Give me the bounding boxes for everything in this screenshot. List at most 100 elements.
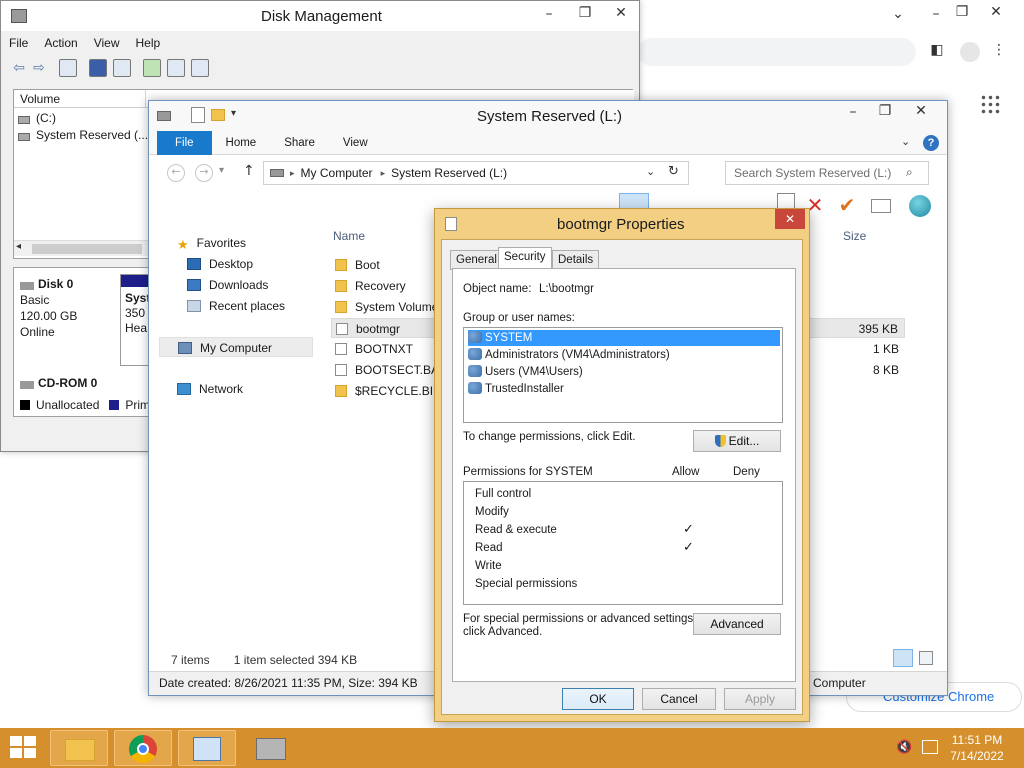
breadcrumb-my-computer[interactable]: My Computer — [301, 166, 373, 180]
sidebar-icon[interactable]: ◧ — [928, 42, 946, 58]
search-box[interactable]: Search System Reserved (L:) ⌕ — [725, 161, 929, 185]
address-bar[interactable] — [638, 38, 916, 66]
column-name[interactable]: Name — [333, 229, 365, 243]
back-icon[interactable]: ⇦ — [9, 60, 29, 76]
nav-desktop[interactable]: Desktop — [187, 254, 253, 274]
recent-locations-icon[interactable]: ▾ — [219, 165, 224, 176]
column-size[interactable]: Size — [843, 229, 866, 243]
rename-icon[interactable] — [871, 199, 891, 213]
disk-0-info: Disk 0 Basic 120.00 GB Online — [20, 277, 78, 339]
menu-view[interactable]: View — [94, 36, 120, 50]
up-icon[interactable]: ↑ — [243, 163, 255, 179]
windows-start-icon[interactable] — [10, 736, 38, 760]
profile-avatar[interactable] — [960, 42, 980, 62]
horizontal-scrollbar[interactable]: ◂ — [14, 240, 150, 256]
tab-general[interactable]: General — [450, 250, 503, 270]
minimize-icon[interactable]: – — [926, 6, 946, 22]
properties-icon[interactable] — [113, 59, 131, 77]
nav-recent-places[interactable]: Recent places — [187, 296, 285, 316]
checkmark-icon[interactable]: ✔ — [837, 193, 857, 217]
users-group-icon — [468, 382, 482, 394]
navigation-pane: ★ Favorites Desktop Downloads Recent plac… — [149, 223, 329, 643]
column-volume[interactable]: Volume — [14, 90, 146, 108]
close-icon[interactable]: ✕ — [986, 4, 1006, 20]
globe-icon[interactable] — [909, 195, 931, 217]
minimize-icon[interactable]: – — [539, 6, 559, 22]
forward-icon[interactable]: ⇨ — [29, 60, 49, 76]
close-icon[interactable]: ✕ — [611, 5, 631, 21]
restore-icon[interactable]: ❐ — [952, 4, 972, 20]
nav-my-computer[interactable]: My Computer — [159, 337, 313, 357]
advanced-text: For special permissions or advanced sett… — [463, 613, 697, 638]
chrome-taskbar-button[interactable] — [114, 730, 172, 766]
user-row-selected[interactable]: SYSTEM — [468, 330, 780, 346]
tab-view[interactable]: View — [329, 131, 382, 155]
computer-management-taskbar-button[interactable] — [178, 730, 236, 766]
permission-row: Full control — [475, 488, 532, 500]
user-row[interactable]: Administrators (VM4\Administrators) — [468, 347, 780, 363]
nav-network[interactable]: Network — [177, 379, 243, 399]
chevron-down-icon[interactable]: ⌄ — [901, 135, 910, 148]
help-icon[interactable]: ? — [923, 135, 939, 151]
volume-row[interactable]: System Reserved (... — [18, 127, 148, 144]
edit-button[interactable]: Edit... — [693, 430, 781, 452]
chevron-down-icon[interactable]: ⌄ — [888, 6, 908, 22]
nav-downloads[interactable]: Downloads — [187, 275, 268, 295]
properties-qat-icon[interactable] — [191, 107, 205, 123]
menu-file[interactable]: File — [9, 36, 28, 50]
tab-share[interactable]: Share — [270, 131, 329, 155]
details-view-icon[interactable] — [893, 649, 913, 667]
scroll-left-icon[interactable]: ◂ — [16, 241, 21, 252]
restore-icon[interactable]: ❐ — [575, 5, 595, 21]
forward-icon[interactable]: → — [195, 164, 213, 182]
file-explorer-taskbar-button[interactable] — [50, 730, 108, 766]
address-bar[interactable]: ▸ My Computer ▸ System Reserved (L:) ⌄ ↻ — [263, 161, 689, 185]
menu-action[interactable]: Action — [44, 36, 77, 50]
dialog-titlebar: bootmgr Properties — [435, 209, 809, 239]
user-row[interactable]: Users (VM4\Users) — [468, 364, 780, 380]
help-icon[interactable] — [89, 59, 107, 77]
apps-grid-icon[interactable] — [980, 94, 1002, 116]
volume-muted-icon[interactable]: 🔇 — [896, 740, 912, 755]
menu-icon[interactable]: ⋮ — [992, 42, 1006, 58]
tab-details[interactable]: Details — [552, 250, 600, 270]
volume-row[interactable]: (C:) — [18, 110, 148, 127]
advanced-button[interactable]: Advanced — [693, 613, 781, 635]
cdrom-icon — [20, 381, 34, 389]
search-icon[interactable]: ⌕ — [906, 165, 913, 180]
close-icon[interactable]: ✕ — [775, 209, 805, 229]
ok-button[interactable]: OK — [562, 688, 634, 710]
console-tree-icon[interactable] — [59, 59, 77, 77]
apply-button[interactable]: Apply — [724, 688, 796, 710]
permission-row: Read ✓ — [475, 540, 694, 555]
file-icon — [335, 364, 347, 376]
menu-help[interactable]: Help — [136, 36, 161, 50]
settings-icon[interactable] — [191, 59, 209, 77]
address-dropdown-icon[interactable]: ⌄ — [646, 165, 655, 178]
clock[interactable]: 11:51 PM 7/14/2022 — [942, 732, 1012, 764]
close-icon[interactable]: ✕ — [911, 103, 931, 119]
network-status-icon[interactable] — [922, 740, 938, 754]
chevron-down-icon[interactable]: ▾ — [231, 108, 236, 119]
user-row[interactable]: TrustedInstaller — [468, 381, 780, 397]
refresh-icon[interactable]: ↻ — [668, 164, 679, 179]
restore-icon[interactable]: ❐ — [875, 103, 895, 119]
back-icon[interactable]: ← — [167, 164, 185, 182]
tab-home[interactable]: Home — [212, 131, 271, 155]
partition-system-reserved[interactable]: Syst 350 Hea — [120, 274, 150, 366]
nav-favorites[interactable]: ★ Favorites — [177, 233, 246, 253]
minimize-icon[interactable]: – — [843, 104, 863, 120]
volume-rows: (C:) System Reserved (... — [18, 110, 148, 144]
allow-header: Allow — [672, 466, 700, 478]
cdrom-0-label: CD-ROM 0 — [20, 376, 97, 390]
new-folder-qat-icon[interactable] — [211, 109, 225, 121]
tab-file[interactable]: File — [157, 130, 212, 155]
users-list[interactable]: SYSTEM Administrators (VM4\Administrator… — [463, 327, 783, 423]
cancel-button[interactable]: Cancel — [642, 688, 716, 710]
disk-management-taskbar-button[interactable] — [242, 730, 300, 766]
scroll-thumb[interactable] — [32, 244, 142, 254]
large-icons-view-icon[interactable] — [919, 651, 933, 665]
refresh-icon[interactable] — [143, 59, 161, 77]
breadcrumb-current[interactable]: System Reserved (L:) — [391, 166, 507, 180]
check-icon[interactable] — [167, 59, 185, 77]
